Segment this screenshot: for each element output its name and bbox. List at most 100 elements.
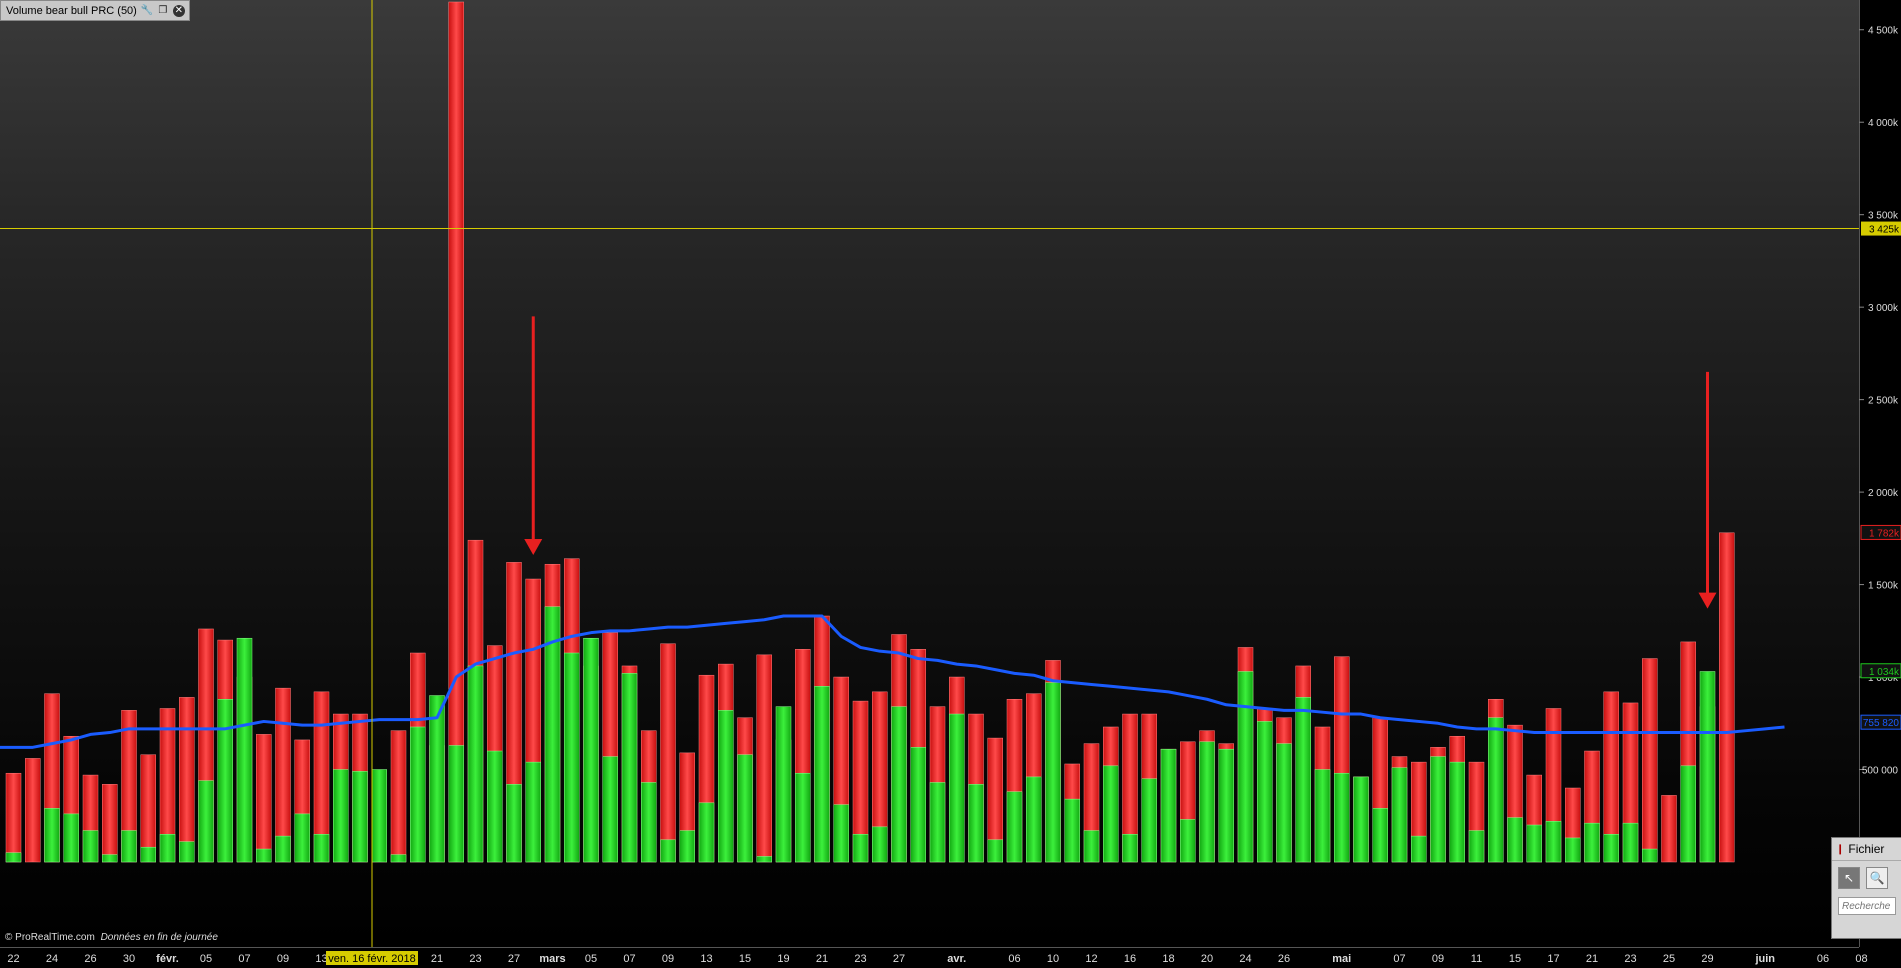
- bull-volume-bar: [1026, 776, 1042, 863]
- date-axis-label: 09: [662, 953, 674, 965]
- wrench-icon[interactable]: 🔧: [141, 5, 153, 17]
- bull-volume-bar: [1430, 756, 1446, 863]
- bull-volume-bar: [1045, 682, 1061, 863]
- bull-volume-bar: [1103, 765, 1119, 863]
- bull-volume-bar: [1353, 776, 1369, 863]
- bear-volume-bar: [1661, 795, 1677, 863]
- bull-volume-bar: [583, 637, 599, 863]
- date-axis-label: 07: [1393, 953, 1405, 965]
- bull-volume-bar: [1488, 717, 1504, 863]
- bear-volume-bar: [5, 772, 22, 863]
- search-input[interactable]: [1838, 897, 1896, 915]
- bull-volume-bar: [679, 830, 695, 863]
- bull-volume-bar: [410, 726, 426, 863]
- date-axis-label: 25: [1663, 953, 1675, 965]
- date-axis-label: 06: [1817, 953, 1829, 965]
- bull-volume-bar: [833, 804, 849, 863]
- bull-volume-bar: [1199, 741, 1215, 863]
- bull-volume-bar: [1122, 834, 1138, 863]
- bull-volume-bar: [1064, 798, 1080, 863]
- bear-volume-bar: [1642, 658, 1658, 863]
- bull-volume-bar: [1372, 808, 1388, 863]
- bull-volume-bar: [1257, 721, 1273, 863]
- price-axis-label: 4 500k: [1868, 26, 1899, 37]
- bull-volume-bar: [140, 846, 156, 863]
- indicator-title: Volume bear bull PRC (50): [6, 4, 137, 17]
- date-axis-label: 15: [1509, 953, 1521, 965]
- date-axis-label: 15: [739, 953, 751, 965]
- indicator-title-bar[interactable]: Volume bear bull PRC (50) 🔧 ❐ ✕: [0, 0, 190, 21]
- date-axis-label: 13: [700, 953, 712, 965]
- bull-volume-bar: [63, 813, 79, 863]
- bear-volume-bar: [448, 1, 464, 863]
- footer-note: © ProRealTime.com Données en fin de jour…: [5, 932, 218, 943]
- bull-volume-bar: [256, 848, 272, 863]
- bull-volume-bar: [968, 784, 984, 863]
- bull-volume-bar: [121, 830, 137, 863]
- date-axis-label: 26: [84, 953, 96, 965]
- bull-volume-bar: [179, 841, 195, 863]
- bull-volume-bar: [852, 834, 869, 863]
- bull-volume-bar: [564, 652, 580, 863]
- file-menu[interactable]: ❙ Fichier: [1832, 838, 1901, 861]
- bear-volume-bar: [756, 654, 772, 863]
- bull-volume-bar: [1468, 830, 1485, 863]
- bear-volume-bar: [179, 697, 195, 863]
- bull-volume-bar: [1083, 830, 1100, 863]
- side-panel: ❙ Fichier ↖ 🔍: [1831, 837, 1901, 939]
- bear-volume-bar: [25, 758, 41, 863]
- date-axis-label: 09: [277, 953, 289, 965]
- bull-volume-bar: [814, 686, 830, 863]
- pointer-tool-icon[interactable]: ↖: [1838, 867, 1860, 889]
- close-icon[interactable]: ✕: [172, 4, 185, 17]
- bull-volume-bar: [1295, 697, 1311, 863]
- bear-volume-bar: [660, 643, 676, 863]
- date-axis-label: 21: [816, 953, 828, 965]
- price-axis-label: 1 500k: [1868, 581, 1899, 592]
- bull-volume-bar: [1603, 834, 1619, 863]
- bull-volume-bar: [82, 830, 99, 863]
- bear-volume-bar: [102, 784, 118, 863]
- crosshair-date-label: ven. 16 févr. 2018: [328, 953, 415, 965]
- bull-volume-bar: [1237, 671, 1254, 863]
- bull-volume-bar: [602, 756, 618, 863]
- date-axis-label: 05: [585, 953, 597, 965]
- bull-volume-bar: [1391, 767, 1408, 863]
- date-axis-label: juin: [1754, 953, 1775, 965]
- bull-volume-bar: [371, 769, 387, 863]
- bull-volume-bar: [487, 750, 503, 863]
- zoom-tool-icon[interactable]: 🔍: [1866, 867, 1888, 889]
- annotation-arrowhead: [1698, 592, 1717, 609]
- date-axis-label: 12: [1085, 953, 1097, 965]
- bull-volume-bar: [795, 772, 811, 863]
- bull-volume-bar: [987, 839, 1003, 863]
- value-badge-label: 1 034k: [1869, 667, 1900, 678]
- bull-volume-bar: [352, 771, 368, 863]
- file-menu-label: Fichier: [1848, 842, 1885, 856]
- date-axis-label: 22: [7, 953, 19, 965]
- date-axis-label: 23: [469, 953, 481, 965]
- bull-volume-bar: [1642, 848, 1658, 863]
- date-axis-label: 27: [508, 953, 520, 965]
- bull-volume-bar: [506, 784, 522, 863]
- date-axis-label: 09: [1432, 953, 1444, 965]
- bull-volume-bar: [1180, 819, 1196, 863]
- bull-volume-bar: [525, 761, 541, 863]
- bull-volume-bar: [1314, 769, 1331, 863]
- date-axis-label: 18: [1162, 953, 1174, 965]
- date-axis-label: 13: [315, 953, 327, 965]
- bull-volume-bar: [1449, 761, 1465, 863]
- bull-volume-bar: [1334, 772, 1350, 863]
- bull-volume-bar: [718, 710, 734, 863]
- date-axis-label: 19: [777, 953, 789, 965]
- bull-volume-bar: [5, 852, 22, 863]
- date-axis-label: 17: [1547, 953, 1559, 965]
- restore-window-icon[interactable]: ❐: [157, 5, 169, 17]
- bull-volume-bar: [1218, 748, 1234, 863]
- date-axis-label: mai: [1332, 953, 1351, 965]
- volume-chart: 500 0001 000k1 500k2 000k2 500k3 000k3 5…: [0, 0, 1901, 965]
- bull-volume-bar: [429, 695, 445, 863]
- bull-volume-bar: [929, 782, 946, 863]
- bear-volume-bar: [390, 730, 407, 863]
- value-badge-label: 755 820: [1863, 718, 1900, 729]
